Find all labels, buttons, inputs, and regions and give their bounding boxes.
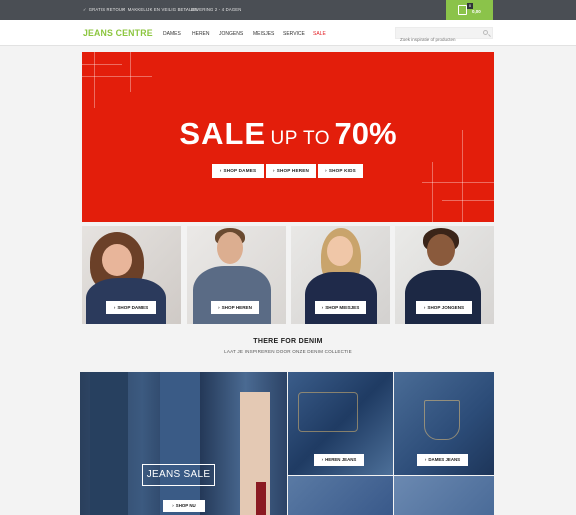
nav-item-sale[interactable]: SALE: [313, 31, 326, 37]
decor-line: [432, 162, 433, 222]
shopping-bag-icon: [458, 5, 467, 15]
sale-hero-banner[interactable]: SALE UP TO 70% › SHOP DAMES › SHOP HEREN ›…: [82, 52, 494, 222]
category-tile-meisjes[interactable]: › SHOP MEISJES: [291, 226, 390, 324]
chevron-right-icon: ›: [325, 168, 327, 173]
search-input[interactable]: [396, 34, 476, 45]
photo-figure: [327, 236, 353, 266]
chevron-right-icon: ›: [423, 305, 426, 310]
photo-figure: [193, 266, 271, 324]
jeans-sale-label: JEANS SALE: [142, 464, 215, 486]
section-title: THERE FOR DENIM: [253, 338, 323, 345]
check-icon: ✓: [185, 7, 189, 12]
shop-kids-button[interactable]: › SHOP KIDS: [318, 164, 363, 178]
photo-figure: [256, 482, 266, 515]
top-bar: ✓ GRATIS RETOUR ✓ MAKKELIJK EN VEILIG BETA…: [0, 0, 576, 20]
chevron-right-icon: ›: [218, 305, 220, 310]
chevron-right-icon: ›: [113, 305, 116, 310]
chevron-right-icon: ›: [272, 168, 275, 173]
main-header: JEANS CENTRE DAMES HEREN JONGENS MEISJES…: [0, 20, 576, 46]
photo-figure: [217, 232, 243, 264]
shop-dames-tile-button[interactable]: › SHOP DAMES: [106, 301, 156, 314]
decor-line: [442, 200, 494, 201]
shop-heren-button[interactable]: › SHOP HEREN: [266, 164, 316, 178]
section-subtitle: LAAT JE INSPIREREN DOOR ONZE DENIM COLLE…: [224, 349, 352, 354]
photo-detail: [424, 400, 460, 440]
category-tile-jongens[interactable]: › SHOP JONGENS: [395, 226, 494, 324]
nav-item-jongens[interactable]: JONGENS: [219, 31, 243, 37]
nav-item-service[interactable]: SERVICE: [283, 31, 305, 37]
chevron-right-icon: ›: [321, 457, 324, 462]
decor-line: [422, 182, 494, 183]
photo-figure: [90, 372, 128, 515]
denim-photo: [288, 476, 393, 515]
check-icon: ✓: [122, 7, 126, 12]
chevron-right-icon: ›: [424, 457, 427, 462]
decor-line: [82, 76, 152, 77]
shop-meisjes-tile-button[interactable]: › SHOP MEISJES: [315, 301, 366, 314]
usp-free-returns: ✓ GRATIS RETOUR: [83, 7, 126, 12]
denim-photo: [394, 476, 494, 515]
cart-button[interactable]: 0 0,00: [446, 0, 493, 20]
shop-jongens-tile-button[interactable]: › SHOP JONGENS: [416, 301, 472, 314]
usp-delivery: ✓ LEVERING 2 - 4 DAGEN: [185, 7, 242, 12]
category-tile-dames[interactable]: › SHOP DAMES: [82, 226, 181, 324]
chevron-right-icon: ›: [172, 503, 174, 508]
photo-figure: [427, 234, 455, 266]
chevron-right-icon: ›: [321, 305, 324, 310]
photo-detail: [298, 392, 358, 432]
heren-jeans-button[interactable]: › HEREN JEANS: [314, 454, 364, 466]
search-icon[interactable]: [483, 30, 488, 35]
cart-total: 0,00: [472, 9, 481, 14]
photo-figure: [102, 244, 132, 276]
check-icon: ✓: [83, 7, 87, 12]
jeans-sale-promo[interactable]: [80, 372, 287, 515]
chevron-right-icon: ›: [219, 168, 222, 173]
shop-dames-button[interactable]: › SHOP DAMES: [212, 164, 264, 178]
decor-line: [130, 52, 131, 92]
shop-heren-tile-button[interactable]: › SHOP HEREN: [211, 301, 259, 314]
photo-figure: [305, 272, 377, 324]
shop-nu-button[interactable]: › SHOP NU: [163, 500, 205, 512]
decor-line: [94, 52, 95, 108]
logo[interactable]: JEANS CENTRE: [83, 28, 153, 39]
nav-item-dames[interactable]: DAMES: [163, 31, 181, 37]
hero-title: SALE UP TO 70%: [179, 116, 397, 151]
dames-jeans-button[interactable]: › DAMES JEANS: [417, 454, 468, 466]
decor-line: [82, 64, 122, 65]
photo-figure: [160, 372, 200, 515]
nav-item-meisjes[interactable]: MEISJES: [253, 31, 274, 37]
category-tile-heren[interactable]: › SHOP HEREN: [187, 226, 286, 324]
nav-item-heren[interactable]: HEREN: [192, 31, 210, 37]
photo-figure: [405, 270, 481, 324]
search-box: [395, 27, 493, 45]
